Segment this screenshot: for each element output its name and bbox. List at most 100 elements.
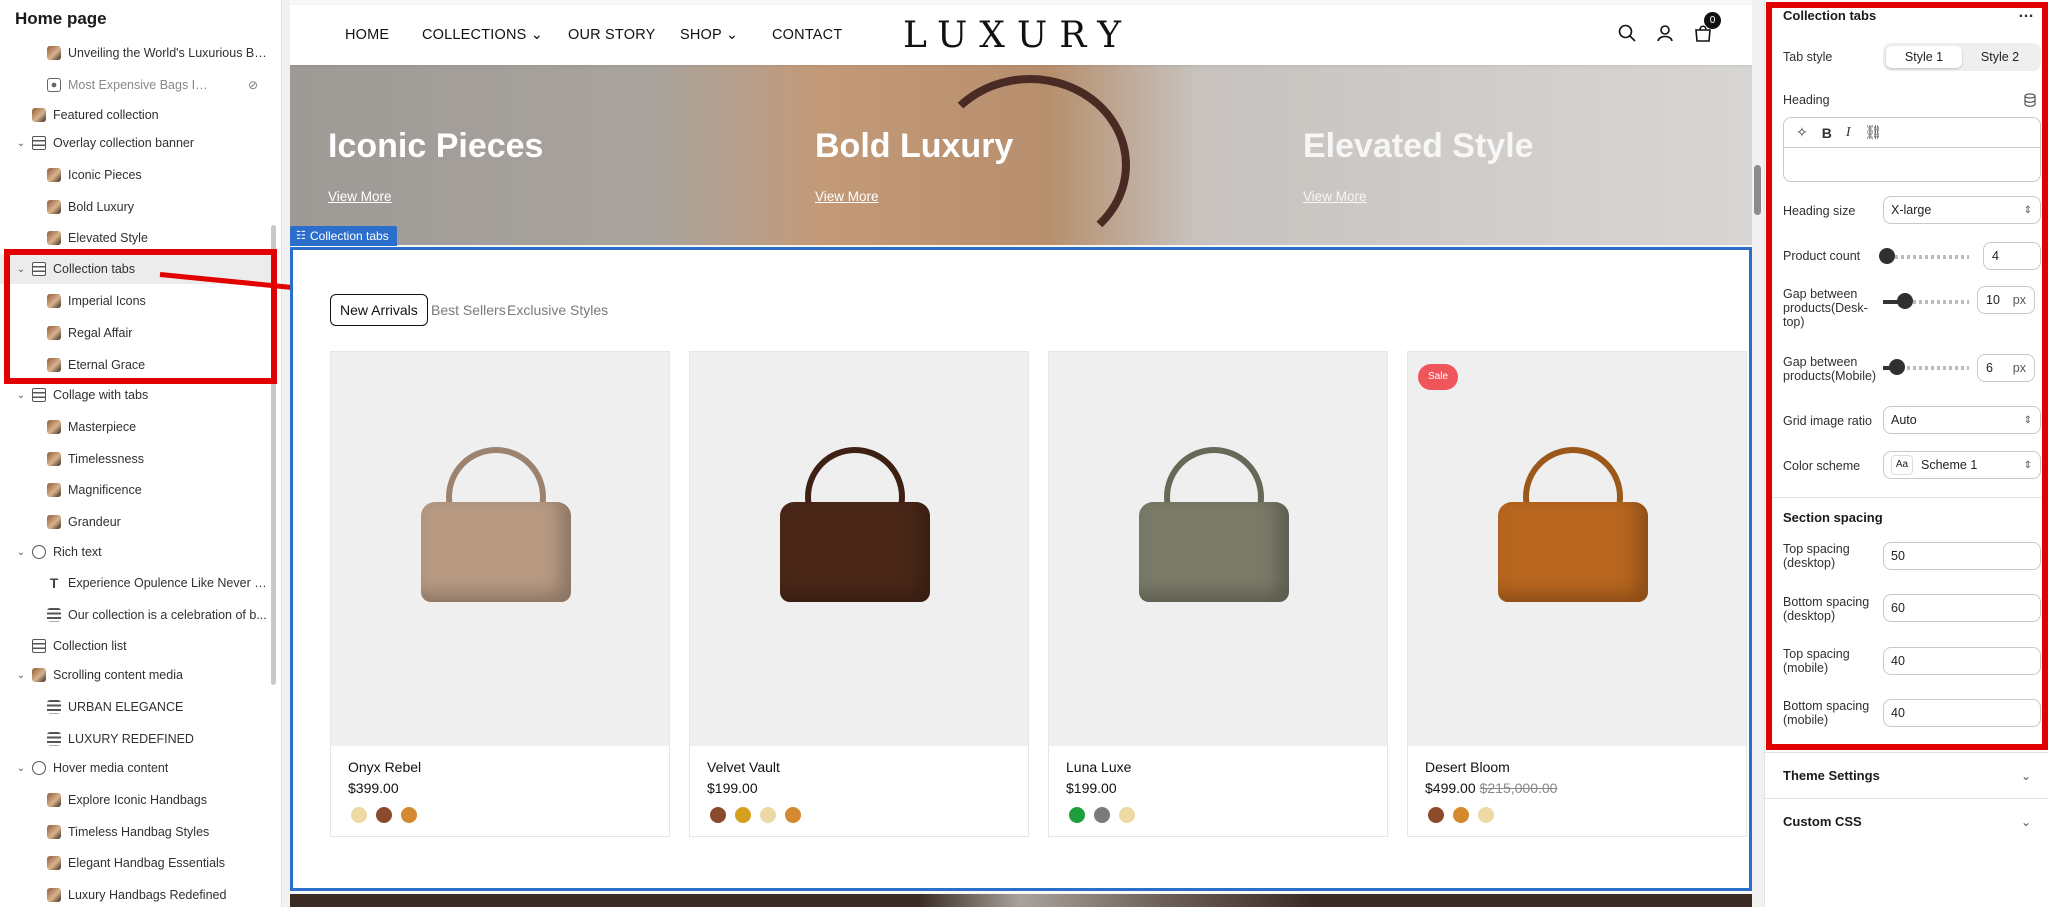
color-swatch[interactable] <box>1428 807 1444 823</box>
tree-item-label: Hover media content <box>53 761 169 775</box>
product-card[interactable]: Velvet Vault $199.00 <box>689 351 1029 837</box>
tab-1[interactable]: Best Sellers <box>431 302 506 318</box>
tree-item-label: Scrolling content media <box>53 668 183 682</box>
tree-item[interactable]: LUXURY REDEFINED <box>0 724 275 754</box>
bag-illustration <box>1498 502 1648 602</box>
tree-item[interactable]: ⌄ Rich text <box>0 537 275 567</box>
tree-item[interactable]: ⌄ Hover media content <box>0 753 275 783</box>
color-swatch[interactable] <box>351 807 367 823</box>
color-swatch[interactable] <box>1453 807 1469 823</box>
store-preview: Iconic Pieces Bold Luxury Elevated Style… <box>290 0 1752 907</box>
color-swatch[interactable] <box>1119 807 1135 823</box>
tree-item-label: LUXURY REDEFINED <box>68 732 194 746</box>
paragraph-icon <box>47 732 61 746</box>
tree-item-label: Most Expensive Bags In T... <box>68 78 213 92</box>
tree-item[interactable]: ⌄ Overlay collection banner <box>0 128 275 158</box>
product-image[interactable] <box>690 352 1028 746</box>
tree-item[interactable]: Bold Luxury <box>0 192 275 222</box>
sale-badge: Sale <box>1418 364 1458 390</box>
color-swatch[interactable] <box>401 807 417 823</box>
color-swatch[interactable] <box>1069 807 1085 823</box>
tree-item[interactable]: Our collection is a celebration of b... <box>0 600 275 630</box>
bag-illustration <box>421 502 571 602</box>
tree-item[interactable]: T Experience Opulence Like Never B... <box>0 568 275 598</box>
product-card[interactable]: Onyx Rebel $399.00 <box>330 351 670 837</box>
color-swatch[interactable] <box>1094 807 1110 823</box>
tree-item[interactable]: Grandeur <box>0 507 275 537</box>
tree-item-label: Magnificence <box>68 483 142 497</box>
nav-contact[interactable]: CONTACT <box>772 27 842 43</box>
color-swatch[interactable] <box>760 807 776 823</box>
product-price-row: $399.00 <box>348 780 399 796</box>
tree-item[interactable]: Luxury Handbags Redefined <box>0 880 275 907</box>
tree-item[interactable]: Explore Iconic Handbags <box>0 785 275 815</box>
color-swatch[interactable] <box>710 807 726 823</box>
thumbnail-icon <box>47 515 61 529</box>
thumbnail-icon <box>47 231 61 245</box>
account-icon[interactable] <box>1656 24 1674 42</box>
nav-our-story[interactable]: OUR STORY <box>568 27 655 43</box>
chevron-down-icon: ⌄ <box>2020 769 2031 783</box>
product-name[interactable]: Desert Bloom <box>1425 759 1510 775</box>
chevron-down-icon: ⌄ <box>2020 815 2031 829</box>
text-icon: T <box>49 575 59 591</box>
banner-link-3[interactable]: View More <box>1303 189 1367 204</box>
visibility-off-icon[interactable]: ⊘ <box>248 78 258 92</box>
color-swatch[interactable] <box>1478 807 1494 823</box>
tree-item-label: Experience Opulence Like Never B... <box>68 576 270 590</box>
tree-item[interactable]: Collection list <box>0 631 275 661</box>
chevron-down-icon[interactable]: ⌄ <box>14 763 28 774</box>
cart-count-badge: 0 <box>1704 12 1721 29</box>
tree-item[interactable]: URBAN ELEGANCE <box>0 692 275 722</box>
tab-2[interactable]: Exclusive Styles <box>507 302 608 318</box>
product-card[interactable]: Sale Desert Bloom $499.00 $215,000.00 <box>1407 351 1747 837</box>
chevron-down-icon[interactable]: ⌄ <box>14 138 28 149</box>
tab-0[interactable]: New Arrivals <box>330 294 428 326</box>
tree-item[interactable]: Timelessness <box>0 444 275 474</box>
chevron-down-icon[interactable]: ⌄ <box>14 390 28 401</box>
section-icon <box>32 388 46 402</box>
highlight-box-tree <box>4 249 277 384</box>
store-logo[interactable]: LUXURY <box>903 15 1133 56</box>
color-swatch[interactable] <box>785 807 801 823</box>
product-image[interactable]: Sale <box>1408 352 1746 746</box>
tree-item[interactable]: Featured collection <box>0 100 275 130</box>
tree-item[interactable]: Magnificence <box>0 475 275 505</box>
product-image[interactable] <box>331 352 669 746</box>
nav-collections[interactable]: COLLECTIONS ⌄ <box>422 27 543 43</box>
product-image[interactable] <box>1049 352 1387 746</box>
thumbnail-icon <box>47 168 61 182</box>
tree-item-label: Grandeur <box>68 515 121 529</box>
thumbnail-icon <box>47 46 61 60</box>
tree-item[interactable]: Unveiling the World's Luxurious Ba... <box>0 38 275 68</box>
section-tag[interactable]: ☷ Collection tabs <box>290 226 397 246</box>
tree-item[interactable]: Iconic Pieces <box>0 160 275 190</box>
preview-scrollbar[interactable] <box>1754 165 1761 215</box>
chevron-down-icon[interactable]: ⌄ <box>14 547 28 558</box>
tree-item[interactable]: ⌄ Scrolling content media <box>0 660 275 690</box>
tree-item[interactable]: Most Expensive Bags In T... ⊘ <box>0 70 275 100</box>
nav-home[interactable]: HOME <box>345 27 389 43</box>
chevron-down-icon[interactable]: ⌄ <box>14 670 28 681</box>
color-swatch[interactable] <box>376 807 392 823</box>
banner-link-1[interactable]: View More <box>328 189 392 204</box>
theme-settings-accordion[interactable]: Theme Settings ⌄ <box>1765 752 2048 798</box>
custom-css-accordion[interactable]: Custom CSS ⌄ <box>1765 798 2048 844</box>
search-icon[interactable] <box>1618 24 1636 42</box>
tree-item[interactable]: Timeless Handbag Styles <box>0 817 275 847</box>
color-swatch[interactable] <box>735 807 751 823</box>
thumbnail-icon <box>47 420 61 434</box>
product-name[interactable]: Velvet Vault <box>707 759 780 775</box>
collection-tabs-section[interactable]: New Arrivals Best Sellers Exclusive Styles… <box>290 247 1752 891</box>
tree-item[interactable]: ⌄ Collage with tabs <box>0 380 275 410</box>
tree-item[interactable]: Masterpiece <box>0 412 275 442</box>
product-price-row: $199.00 <box>707 780 758 796</box>
nav-shop[interactable]: SHOP ⌄ <box>680 27 738 43</box>
bag-illustration <box>1139 502 1289 602</box>
banner-link-2[interactable]: View More <box>815 189 879 204</box>
product-name[interactable]: Luna Luxe <box>1066 759 1131 775</box>
next-section-preview <box>290 894 1752 907</box>
tree-item[interactable]: Elegant Handbag Essentials <box>0 848 275 878</box>
product-name[interactable]: Onyx Rebel <box>348 759 421 775</box>
product-card[interactable]: Luna Luxe $199.00 <box>1048 351 1388 837</box>
